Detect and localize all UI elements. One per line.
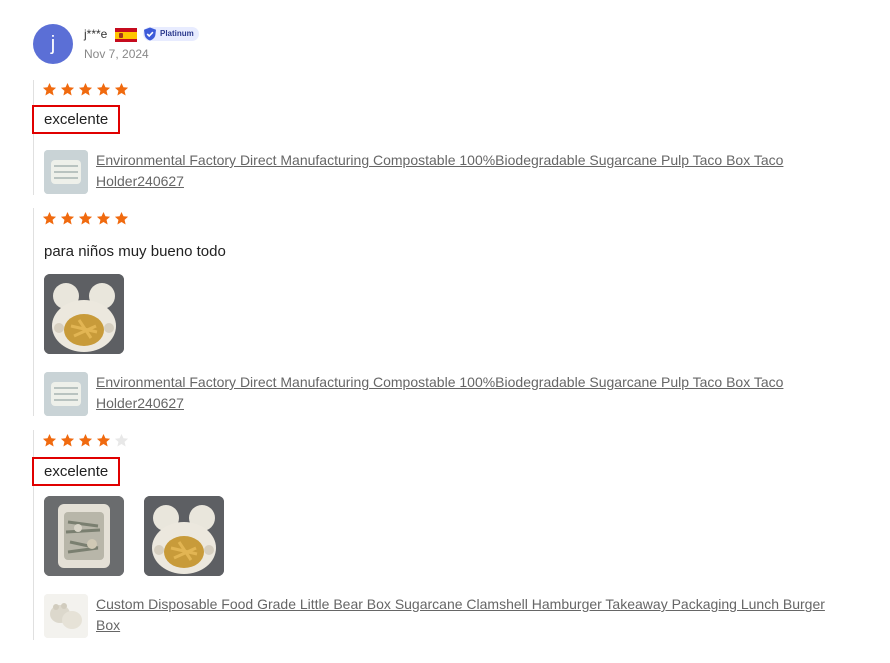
star-rating bbox=[42, 211, 129, 226]
star-filled-icon bbox=[42, 433, 57, 448]
review-item: excelente Environmental Factory Direct M… bbox=[32, 80, 854, 195]
review-text: excelente bbox=[32, 457, 121, 486]
review-item: para niños muy bueno todo Environmental bbox=[33, 208, 854, 416]
spain-flag-icon bbox=[115, 28, 137, 42]
review-photo[interactable] bbox=[44, 496, 124, 576]
star-filled-icon bbox=[60, 433, 75, 448]
star-filled-icon bbox=[78, 433, 93, 448]
star-empty-icon bbox=[114, 433, 129, 448]
review-text: excelente bbox=[32, 105, 121, 134]
product-title[interactable]: Environmental Factory Direct Manufacturi… bbox=[96, 150, 836, 192]
product-title[interactable]: Custom Disposable Food Grade Little Bear… bbox=[96, 594, 836, 636]
star-rating bbox=[42, 82, 129, 97]
review-text: para niños muy bueno todo bbox=[44, 243, 226, 260]
review-photo[interactable] bbox=[144, 496, 224, 576]
star-filled-icon bbox=[42, 82, 57, 97]
star-filled-icon bbox=[78, 211, 93, 226]
star-filled-icon bbox=[60, 82, 75, 97]
review-date: Nov 7, 2024 bbox=[84, 47, 149, 61]
reviewer-name: j***e bbox=[84, 27, 108, 41]
verified-shield-icon bbox=[144, 27, 156, 41]
star-filled-icon bbox=[96, 211, 111, 226]
star-rating bbox=[42, 433, 129, 448]
review-photos bbox=[44, 496, 224, 576]
review-photo[interactable] bbox=[44, 274, 124, 354]
platinum-badge: Platinum bbox=[143, 27, 199, 41]
review-photos bbox=[44, 274, 124, 354]
star-filled-icon bbox=[42, 211, 57, 226]
review-item: excelente Custom Disposable Food Grade L… bbox=[32, 430, 854, 640]
badge-label: Platinum bbox=[160, 29, 194, 38]
star-filled-icon bbox=[96, 82, 111, 97]
product-thumbnail[interactable] bbox=[44, 372, 88, 416]
product-title[interactable]: Environmental Factory Direct Manufacturi… bbox=[96, 372, 836, 414]
star-filled-icon bbox=[114, 211, 129, 226]
star-filled-icon bbox=[96, 433, 111, 448]
product-thumbnail[interactable] bbox=[44, 594, 88, 638]
star-filled-icon bbox=[60, 211, 75, 226]
star-filled-icon bbox=[78, 82, 93, 97]
avatar: j bbox=[33, 24, 73, 64]
product-thumbnail[interactable] bbox=[44, 150, 88, 194]
star-filled-icon bbox=[114, 82, 129, 97]
